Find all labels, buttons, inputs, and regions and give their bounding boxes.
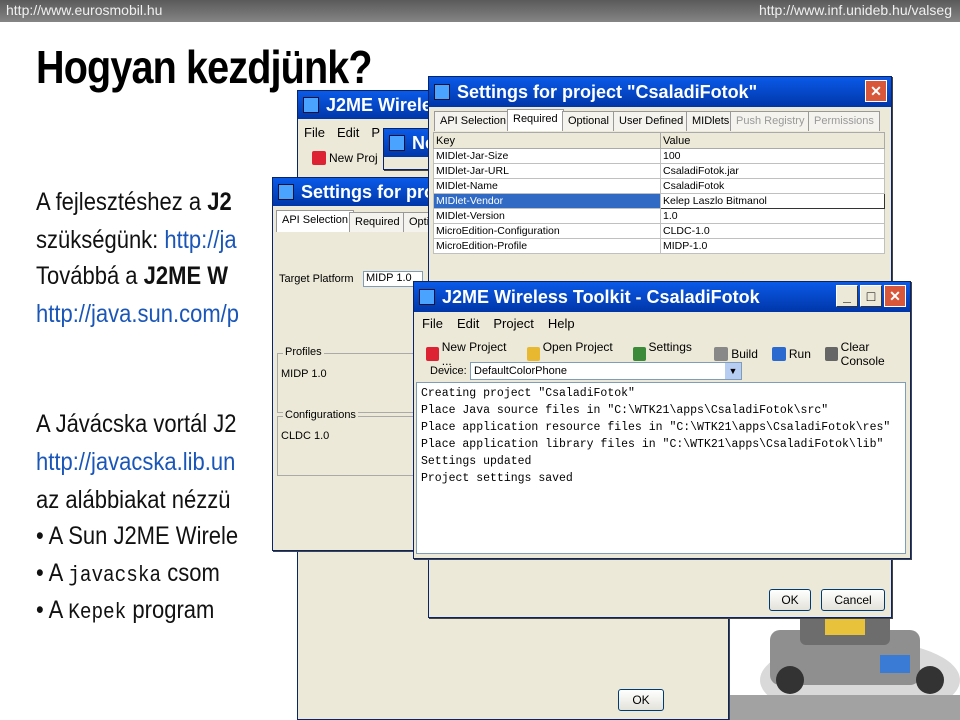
configurations-group: [277, 416, 427, 476]
settings-window-left: Settings for pro API Selection Required …: [272, 177, 436, 551]
table-row-selected[interactable]: MIDlet-Vendor Kelep Laszlo Bitmanol: [433, 193, 885, 209]
slide-line-3: Továbbá a J2ME W: [36, 262, 229, 290]
table-row[interactable]: MicroEdition-Profile MIDP-1.0: [433, 238, 885, 254]
javacska-link[interactable]: http://javacska.lib.un: [36, 448, 235, 477]
maximize-icon[interactable]: □: [860, 285, 882, 307]
wtk-menubar: File Edit Project Help: [422, 316, 575, 331]
table-row[interactable]: MIDlet-Name CsaladiFotok: [433, 178, 885, 194]
configurations-value[interactable]: CLDC 1.0: [281, 430, 329, 442]
tab-api-selection[interactable]: API Selection: [276, 210, 355, 232]
bullet-2: • A javacska csom: [36, 559, 220, 588]
profiles-label: Profiles: [283, 346, 324, 358]
menu-help[interactable]: Help: [548, 316, 575, 331]
header-right-url[interactable]: http://www.inf.unideb.hu/valseg: [759, 2, 952, 18]
menu-edit[interactable]: Edit: [457, 316, 479, 331]
clear-console-icon: [824, 347, 838, 361]
device-label: Device:: [430, 365, 467, 377]
settings-title-buttons: ✕: [865, 80, 887, 102]
java-app-icon: [434, 84, 450, 100]
table-header-row: Key Value: [433, 132, 885, 149]
configurations-label: Configurations: [283, 409, 358, 421]
chevron-down-icon[interactable]: ▼: [725, 363, 741, 379]
menu-edit[interactable]: Edit: [337, 125, 359, 140]
settings-title: Settings for project "CsaladiFotok": [457, 82, 758, 102]
minimize-icon[interactable]: _: [836, 285, 858, 307]
build-icon: [714, 347, 729, 361]
tab-push-registry: Push Registry: [730, 111, 811, 131]
console-line: Creating project "CsaladiFotok": [421, 387, 635, 400]
table-row[interactable]: MIDlet-Version 1.0: [433, 208, 885, 224]
vendor-edit-field[interactable]: Kelep Laszlo Bitmanol: [660, 193, 885, 209]
settings-icon: [632, 347, 646, 361]
console-line: Place application library files in "C:\W…: [421, 438, 884, 451]
tab-required[interactable]: Required: [507, 109, 564, 131]
menu-project[interactable]: Project: [493, 316, 533, 331]
wtk-title-buttons: _ □ ✕: [836, 285, 906, 307]
column-key[interactable]: Key: [433, 132, 661, 149]
menu-project[interactable]: P: [371, 125, 380, 140]
column-value[interactable]: Value: [660, 132, 885, 149]
settings-titlebar[interactable]: Settings for project "CsaladiFotok": [429, 77, 891, 107]
device-select[interactable]: DefaultColorPhone ▼: [470, 362, 742, 380]
settings-left-titlebar[interactable]: Settings for pro: [273, 178, 433, 206]
tab-required[interactable]: Required: [349, 212, 406, 232]
tab-user-defined[interactable]: User Defined: [613, 111, 690, 131]
wtk-back-title: J2ME Wirele: [326, 95, 432, 115]
run-icon: [771, 347, 786, 361]
slide-line-7: az alábbiakat nézzü: [36, 486, 231, 514]
console-line: Settings updated: [421, 455, 532, 468]
java-app-icon: [278, 184, 294, 200]
java-app-icon: [303, 97, 319, 113]
clear-console-button[interactable]: Clear Console: [824, 340, 910, 368]
console-line: Place Java source files in "C:\WTK21\app…: [421, 404, 829, 417]
java-app-icon: [389, 135, 405, 151]
console-line: Project settings saved: [421, 472, 573, 485]
table-row[interactable]: MIDlet-Jar-URL CsaladiFotok.jar: [433, 163, 885, 179]
tab-api-selection[interactable]: API Selection: [434, 111, 513, 131]
run-button[interactable]: Run: [771, 340, 811, 368]
new-project-icon: [426, 347, 439, 361]
slide-header-bar: http://www.eurosmobil.hu http://www.inf.…: [0, 0, 960, 22]
table-row[interactable]: MIDlet-Jar-Size 100: [433, 148, 885, 164]
properties-table: Key Value MIDlet-Jar-Size 100 MIDlet-Jar-…: [433, 132, 885, 254]
slide-line-1: A fejlesztéshez a J2: [36, 188, 232, 216]
java-sun-link[interactable]: http://java.sun.com/p: [36, 300, 239, 329]
java-app-icon: [419, 289, 435, 305]
wtk-back-menubar: File Edit P: [304, 125, 380, 140]
close-icon[interactable]: ✕: [884, 285, 906, 307]
profiles-value[interactable]: MIDP 1.0: [281, 368, 327, 380]
bullet-1: • A Sun J2ME Wirele: [36, 522, 239, 550]
target-platform-label: Target Platform: [279, 273, 354, 285]
cancel-button[interactable]: Cancel: [821, 589, 885, 611]
console-line: Place application resource files in "C:\…: [421, 421, 891, 434]
ok-button[interactable]: OK: [769, 589, 811, 611]
table-row[interactable]: MicroEdition-Configuration CLDC-1.0: [433, 223, 885, 239]
profiles-group: [277, 353, 427, 413]
console-output: Creating project "CsaladiFotok" Place Jav…: [416, 382, 906, 554]
tab-optional[interactable]: Optional: [562, 111, 615, 131]
header-left-url[interactable]: http://www.eurosmobil.hu: [6, 2, 162, 18]
new-project-icon: [312, 151, 326, 165]
menu-file[interactable]: File: [304, 125, 325, 140]
slide-title: Hogyan kezdjünk?: [36, 41, 373, 93]
new-project-button-back[interactable]: New Proj: [312, 151, 378, 165]
ok-button-back[interactable]: OK: [618, 689, 664, 711]
wtk-title: J2ME Wireless Toolkit - CsaladiFotok: [442, 287, 760, 307]
slide-line-2: szükségünk: http://ja: [36, 226, 237, 254]
menu-file[interactable]: File: [422, 316, 443, 331]
java-link[interactable]: http://ja: [164, 226, 236, 254]
wtk-window: J2ME Wireless Toolkit - CsaladiFotok _ □…: [413, 281, 911, 559]
bullet-3: • A Kepek program: [36, 596, 215, 625]
slide-line-5: A Jávácska vortál J2: [36, 410, 237, 438]
tab-permissions: Permissions: [808, 111, 880, 131]
tab-midlets[interactable]: MIDlets: [686, 111, 736, 131]
folder-icon: [526, 347, 540, 361]
close-icon[interactable]: ✕: [865, 80, 887, 102]
